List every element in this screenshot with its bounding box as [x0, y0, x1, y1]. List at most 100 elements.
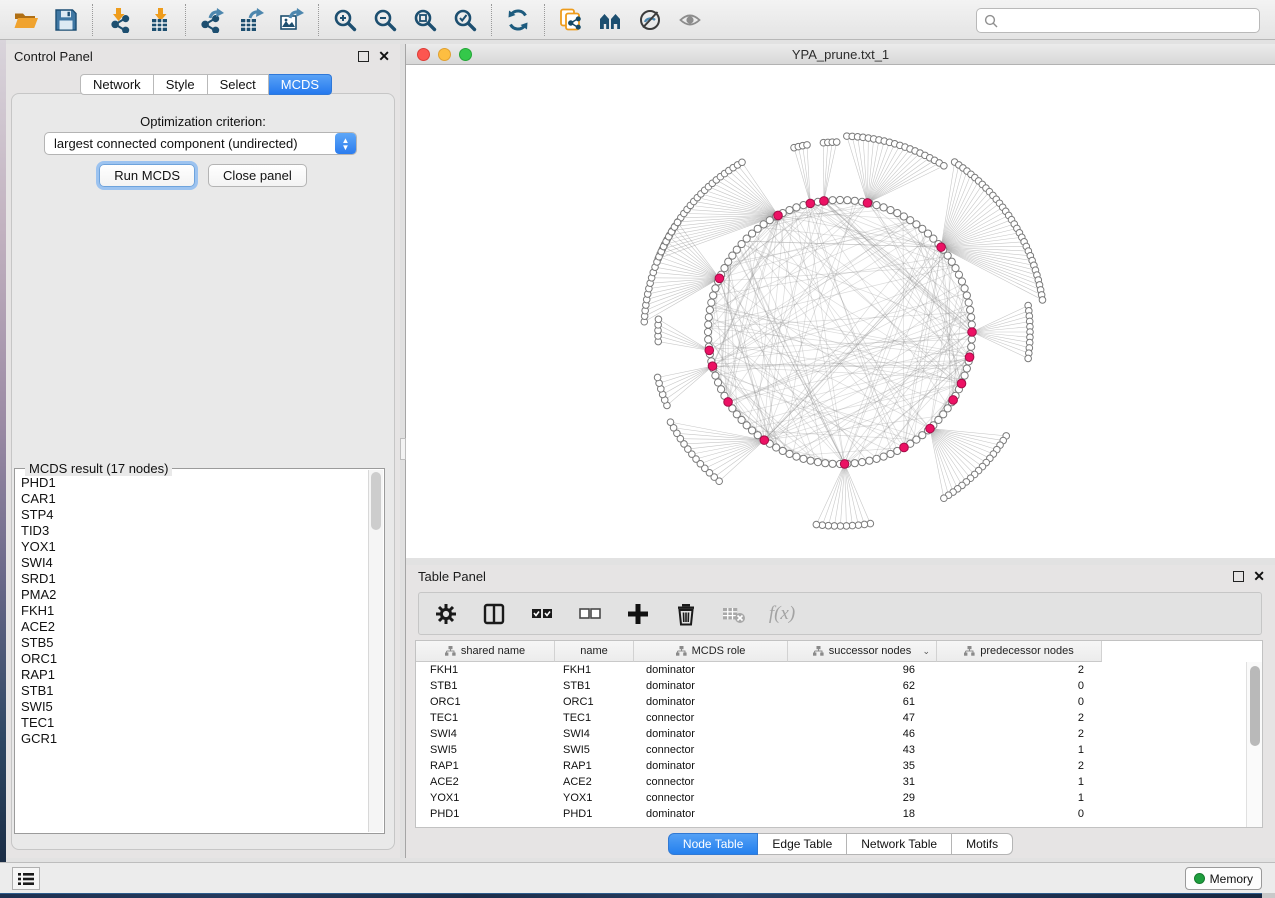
tab-network[interactable]: Network: [80, 74, 154, 95]
mcds-result-item[interactable]: YOX1: [16, 539, 368, 555]
tab-edge-table[interactable]: Edge Table: [758, 833, 847, 855]
mcds-result-item[interactable]: STP4: [16, 507, 368, 523]
maximize-window-icon[interactable]: [459, 48, 472, 61]
control-panel-title: Control Panel: [14, 49, 93, 64]
mcds-result-title: MCDS result (17 nodes): [25, 461, 172, 476]
zoom-selected-button[interactable]: [446, 3, 484, 37]
show-columns-button[interactable]: [481, 601, 507, 627]
mcds-result-item[interactable]: PHD1: [16, 475, 368, 491]
zoom-in-icon: [332, 7, 358, 33]
mcds-result-item[interactable]: FKH1: [16, 603, 368, 619]
mcds-result-item[interactable]: SRD1: [16, 571, 368, 587]
mcds-result-list: PHD1CAR1STP4TID3YOX1SWI4SRD1PMA2FKH1ACE2…: [16, 475, 368, 832]
export-table-icon: [239, 7, 265, 33]
export-network-button[interactable]: [193, 3, 231, 37]
deselect-all-checkbox-button[interactable]: [577, 601, 603, 627]
zoom-fit-button[interactable]: [406, 3, 444, 37]
close-window-icon[interactable]: [417, 48, 430, 61]
mcds-result-item[interactable]: TEC1: [16, 715, 368, 731]
search-input[interactable]: [998, 11, 1259, 31]
column-header-name[interactable]: name: [555, 641, 634, 662]
tab-mcds[interactable]: MCDS: [269, 74, 332, 95]
table-row[interactable]: PHD1 PHD1 dominator 18 0: [416, 806, 1246, 822]
network-canvas[interactable]: [406, 65, 1275, 558]
zoom-out-button[interactable]: [366, 3, 404, 37]
open-file-button[interactable]: [7, 3, 45, 37]
table-row[interactable]: SWI5 SWI5 connector 43 1: [416, 742, 1246, 758]
table-row[interactable]: ACE2 ACE2 connector 31 1: [416, 774, 1246, 790]
close-panel-icon[interactable]: ✕: [378, 51, 390, 62]
table-tabs: Node TableEdge TableNetwork TableMotifs: [406, 833, 1275, 855]
show-all-button[interactable]: [672, 3, 710, 37]
zoom-in-button[interactable]: [326, 3, 364, 37]
first-neighbors-button[interactable]: [592, 3, 630, 37]
mcds-result-item[interactable]: STB5: [16, 635, 368, 651]
clone-network-button[interactable]: [552, 3, 590, 37]
column-header-MCDS-role[interactable]: MCDS role: [634, 641, 788, 662]
close-table-panel-icon[interactable]: ✕: [1253, 571, 1265, 582]
deselect-all-checkbox-icon: [577, 601, 603, 627]
refresh-layout-button[interactable]: [499, 3, 537, 37]
table-settings-button[interactable]: [433, 601, 459, 627]
export-table-button[interactable]: [233, 3, 271, 37]
search-box: [976, 8, 1260, 33]
add-row-button[interactable]: [625, 601, 651, 627]
column-header-predecessor-nodes[interactable]: predecessor nodes: [937, 641, 1102, 662]
mcds-result-item[interactable]: STB1: [16, 683, 368, 699]
table-row[interactable]: ORC1 ORC1 dominator 61 0: [416, 694, 1246, 710]
float-table-panel-icon[interactable]: [1233, 571, 1244, 582]
mcds-result-item[interactable]: RAP1: [16, 667, 368, 683]
table-scrollbar-thumb[interactable]: [1250, 666, 1260, 746]
mcds-result-item[interactable]: CAR1: [16, 491, 368, 507]
import-network-button[interactable]: [100, 3, 138, 37]
delete-row-icon: [673, 601, 699, 627]
run-mcds-button[interactable]: Run MCDS: [99, 164, 195, 187]
tab-select[interactable]: Select: [208, 74, 269, 95]
tab-node-table[interactable]: Node Table: [668, 833, 759, 855]
task-history-button[interactable]: [12, 867, 40, 890]
table-row[interactable]: RAP1 RAP1 dominator 35 2: [416, 758, 1246, 774]
minimize-window-icon[interactable]: [438, 48, 451, 61]
float-panel-icon[interactable]: [358, 51, 369, 62]
hide-selected-button[interactable]: [632, 3, 670, 37]
export-image-button[interactable]: [273, 3, 311, 37]
close-panel-button[interactable]: Close panel: [208, 164, 307, 187]
delete-table-button[interactable]: [721, 601, 747, 627]
mcds-list-scrollbar[interactable]: [368, 470, 383, 832]
mcds-result-box: MCDS result (17 nodes) PHD1CAR1STP4TID3Y…: [14, 468, 385, 834]
tab-style[interactable]: Style: [154, 74, 208, 95]
network-titlebar[interactable]: YPA_prune.txt_1: [406, 44, 1275, 65]
mcds-result-item[interactable]: ACE2: [16, 619, 368, 635]
list-icon: [18, 872, 34, 886]
mcds-result-item[interactable]: PMA2: [16, 587, 368, 603]
mcds-result-item[interactable]: SWI5: [16, 699, 368, 715]
show-columns-icon: [481, 601, 507, 627]
column-header-shared-name[interactable]: shared name: [416, 641, 555, 662]
first-neighbors-icon: [598, 7, 624, 33]
table-row[interactable]: YOX1 YOX1 connector 29 1: [416, 790, 1246, 806]
mcds-result-item[interactable]: GCR1: [16, 731, 368, 747]
optimization-criterion-dropdown[interactable]: largest connected component (undirected)…: [44, 132, 357, 155]
table-scrollbar[interactable]: [1246, 662, 1262, 827]
mcds-result-item[interactable]: SWI4: [16, 555, 368, 571]
mcds-scrollbar-thumb[interactable]: [371, 472, 381, 530]
toolbar-separator: [92, 4, 93, 36]
select-all-checkbox-button[interactable]: [529, 601, 555, 627]
table-row[interactable]: FKH1 FKH1 dominator 96 2: [416, 662, 1246, 678]
table-row[interactable]: STB1 STB1 dominator 62 0: [416, 678, 1246, 694]
save-session-button[interactable]: [47, 3, 85, 37]
memory-button[interactable]: Memory: [1185, 867, 1262, 890]
import-table-button[interactable]: [140, 3, 178, 37]
tab-motifs[interactable]: Motifs: [952, 833, 1013, 855]
table-row[interactable]: TEC1 TEC1 connector 47 2: [416, 710, 1246, 726]
mcds-result-item[interactable]: ORC1: [16, 651, 368, 667]
search-icon: [984, 14, 998, 28]
table-row[interactable]: SWI4 SWI4 dominator 46 2: [416, 726, 1246, 742]
mcds-result-item[interactable]: TID3: [16, 523, 368, 539]
tab-network-table[interactable]: Network Table: [847, 833, 952, 855]
toolbar-separator: [544, 4, 545, 36]
column-header-successor-nodes[interactable]: successor nodes⌄: [788, 641, 937, 662]
function-builder-button[interactable]: f(x): [769, 601, 795, 627]
delete-row-button[interactable]: [673, 601, 699, 627]
toolbar-separator: [318, 4, 319, 36]
